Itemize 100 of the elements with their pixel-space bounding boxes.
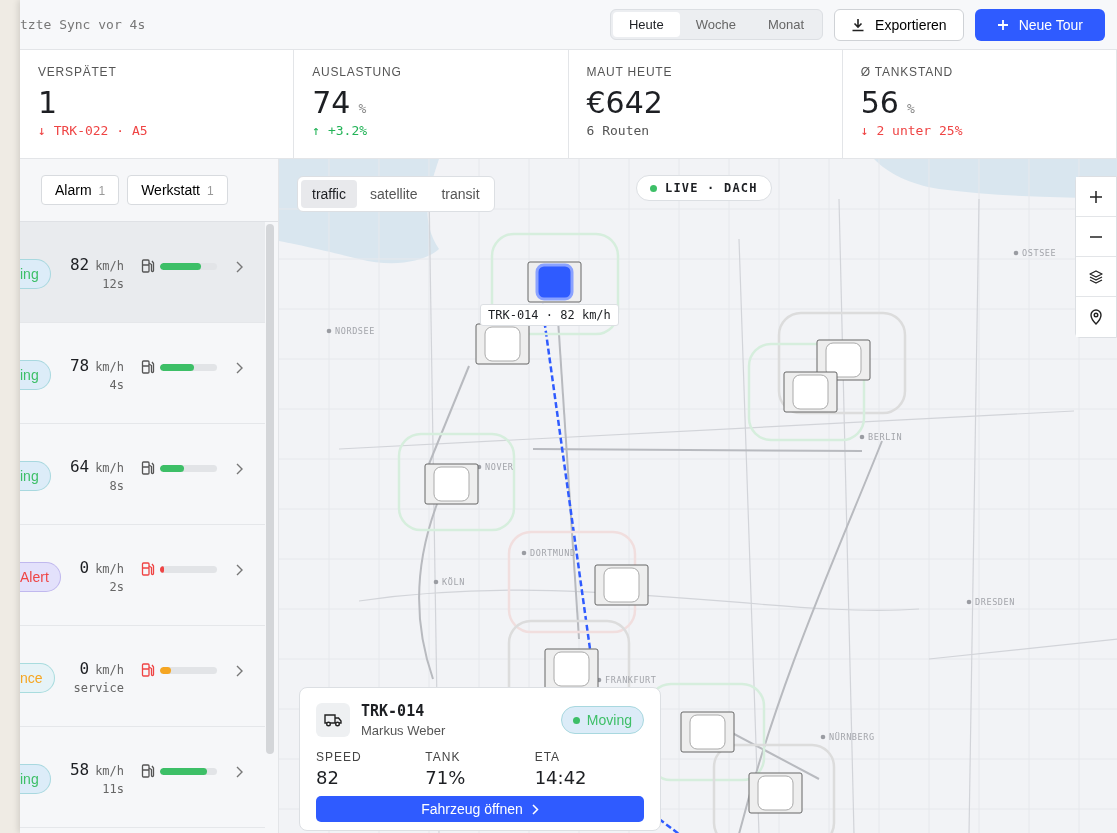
status-badge: ing <box>20 360 51 390</box>
chevron-right-icon <box>236 362 244 374</box>
map-view[interactable]: NORDSEE OSTSEE BERLIN NOVER DORTMUND KÖLN DRESDEN FRANKFURT NÜRNBERG traffic satellite transit LIVE · DACH TRK-014 · 82 km/h TRK-014 Markus Weber Moving SPEED 82 TANK 71% ETA 14:42 Fahrzeug öffnen <box>279 159 1117 833</box>
kpi-label: Ø TANKSTAND <box>860 65 954 79</box>
vehicle-marker[interactable] <box>424 463 479 505</box>
kpi-delta: ↓ 2 unter 25% <box>860 123 964 138</box>
status-badge: Alert <box>20 562 61 592</box>
layer-tab[interactable]: satellite <box>359 180 429 208</box>
range-tab[interactable]: Monat <box>751 12 821 37</box>
speed-value: 0 <box>79 659 90 678</box>
kpi-value: 74 <box>312 85 351 120</box>
update-age: 11s <box>102 782 125 796</box>
speed-unit: km/h <box>95 360 125 374</box>
layer-tab[interactable]: transit <box>430 180 491 208</box>
stat-label: ETA <box>534 750 562 764</box>
kpi-delta: ↓ TRK-022 · A5 <box>38 123 149 138</box>
speed-unit: km/h <box>95 764 125 778</box>
city-label: BERLIN <box>859 432 903 442</box>
chevron-right-icon <box>236 564 244 576</box>
city-label: DORTMUND <box>521 548 576 558</box>
stat-value: 71% <box>425 767 467 788</box>
vehicle-marker[interactable] <box>527 261 582 303</box>
vehicle-row[interactable]: nce 0 km/h service <box>20 626 266 727</box>
update-age: service <box>73 681 125 695</box>
vehicle-row[interactable]: ing 78 km/h 4s <box>20 323 266 424</box>
chevron-right-icon <box>531 803 539 815</box>
kpi-value: 56 <box>860 85 899 120</box>
vehicle-row[interactable]: ing 64 km/h 8s <box>20 424 266 525</box>
city-label: NÜRNBERG <box>820 732 875 742</box>
update-age: 12s <box>102 277 125 291</box>
speed-unit: km/h <box>95 259 125 273</box>
fuel-pump-icon <box>141 258 156 274</box>
vehicle-row[interactable]: ing 58 km/h 11s <box>20 727 266 828</box>
vehicle-marker[interactable] <box>594 564 649 606</box>
vehicle-row[interactable]: ing 82 km/h 12s <box>20 222 266 323</box>
status-badge: ing <box>20 764 51 794</box>
speed-unit: km/h <box>95 562 125 576</box>
new-tour-button[interactable]: Neue Tour <box>974 8 1105 41</box>
vehicle-id: TRK-014 <box>361 702 426 720</box>
stat-label: TANK <box>425 750 462 764</box>
kpi-delta: ↑ +3.2% <box>312 123 369 138</box>
kpi-unit: % <box>906 101 915 116</box>
chevron-right-icon <box>236 261 244 273</box>
fuel-pump-icon <box>141 561 156 577</box>
layer-tab[interactable]: traffic <box>301 180 357 208</box>
filter-chip[interactable]: Werkstatt 1 <box>127 175 228 205</box>
chevron-right-icon <box>236 463 244 475</box>
status-badge: nce <box>20 663 55 693</box>
stat-label: SPEED <box>316 750 363 764</box>
fuel-pump-icon <box>141 662 156 678</box>
sync-status-text: tzte Sync vor 4s <box>20 17 146 32</box>
vehicle-row[interactable]: Alert 0 km/h 2s <box>20 525 266 626</box>
fuel-pump-icon <box>141 460 156 476</box>
city-label: KÖLN <box>433 577 465 587</box>
kpi-unit: % <box>358 101 367 116</box>
minus-icon <box>1089 235 1103 238</box>
chevron-right-icon <box>236 766 244 778</box>
vehicle-marker[interactable] <box>544 648 599 690</box>
open-vehicle-button[interactable]: Fahrzeug öffnen <box>316 796 644 822</box>
city-label: DRESDEN <box>966 597 1016 607</box>
export-button[interactable]: Exportieren <box>834 8 964 41</box>
speed-value: 78 <box>69 356 90 375</box>
speed-value: 58 <box>69 760 90 779</box>
filter-chip[interactable]: Alarm 1 <box>41 175 120 205</box>
kpi-delta: 6 Routen <box>586 123 651 138</box>
stat-value: 82 <box>316 767 340 788</box>
kpi-value: €642 <box>586 85 663 120</box>
update-age: 2s <box>109 580 125 594</box>
update-age: 4s <box>109 378 125 392</box>
download-icon <box>851 17 866 32</box>
scrollbar-thumb[interactable] <box>266 224 275 754</box>
vehicle-marker[interactable] <box>816 339 871 381</box>
location-pin-icon <box>1089 309 1103 325</box>
status-badge: ing <box>20 259 51 289</box>
vehicle-marker[interactable] <box>475 323 530 365</box>
chevron-right-icon <box>236 665 244 677</box>
stat-value: 14:42 <box>534 767 588 788</box>
range-tab[interactable]: Heute <box>613 12 680 37</box>
vehicle-marker[interactable] <box>783 371 838 413</box>
vehicle-tooltip: TRK-014 · 82 km/h <box>480 304 619 326</box>
range-tab[interactable]: Woche <box>679 12 752 37</box>
zoom-in-button[interactable] <box>1076 177 1116 217</box>
city-label: OSTSEE <box>1013 248 1057 258</box>
status-badge: ing <box>20 461 51 491</box>
layers-icon <box>1088 268 1104 285</box>
vehicle-marker[interactable] <box>748 772 803 814</box>
update-age: 8s <box>109 479 125 493</box>
live-badge: LIVE · DACH <box>636 175 772 201</box>
status-badge: Moving <box>560 706 644 734</box>
kpi-label: VERSPÄTET <box>38 65 118 79</box>
vehicle-marker[interactable] <box>680 711 735 753</box>
driver-name: Markus Weber <box>361 723 447 738</box>
fuel-pump-icon <box>141 359 156 375</box>
speed-value: 82 <box>69 255 90 274</box>
kpi-label: MAUT HEUTE <box>586 65 674 79</box>
truck-icon <box>316 703 350 737</box>
kpi-value: 1 <box>38 85 58 120</box>
speed-value: 64 <box>69 457 90 476</box>
kpi-label: AUSLASTUNG <box>312 65 403 79</box>
city-label: NORDSEE <box>326 326 376 336</box>
